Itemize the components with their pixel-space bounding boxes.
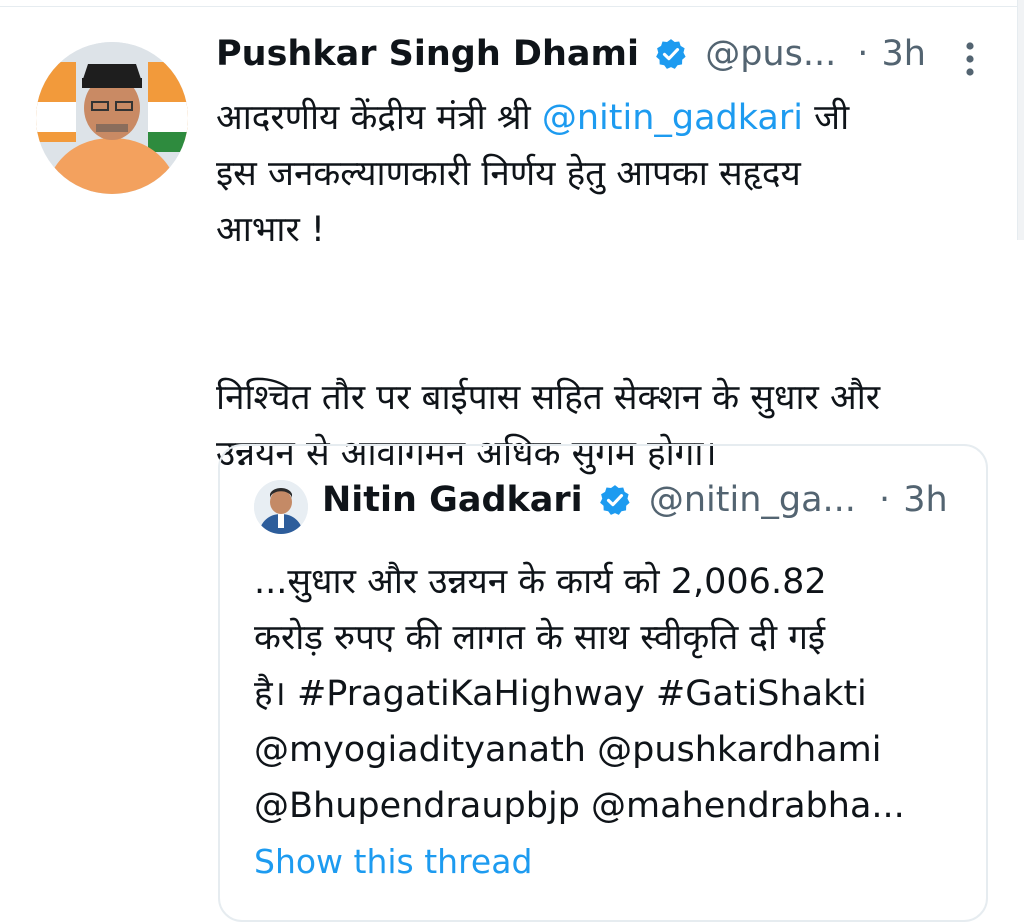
quoted-avatar bbox=[254, 480, 308, 534]
quoted-tweet-text: ...सुधार और उन्नयन के कार्य को 2,006.82 … bbox=[254, 554, 964, 834]
quoted-tweet-line: ...सुधार और उन्नयन के कार्य को 2,006.82 bbox=[254, 562, 827, 602]
quoted-tweet-card[interactable]: Nitin Gadkari @nitin_ga... · 3h ...सुधार… bbox=[218, 444, 988, 922]
mention-link[interactable]: @nitin_gadkari bbox=[542, 98, 803, 138]
quoted-profile-photo-image bbox=[254, 480, 308, 534]
author-name[interactable]: Pushkar Singh Dhami bbox=[216, 34, 639, 74]
show-thread-link[interactable]: Show this thread bbox=[254, 842, 532, 881]
separator-dot: · bbox=[879, 480, 891, 520]
more-vertical-icon[interactable] bbox=[960, 40, 980, 80]
separator-dot: · bbox=[857, 34, 869, 74]
quoted-tweet-line: @myogiadityanath @pushkardhami bbox=[254, 730, 882, 770]
profile-photo-image bbox=[36, 42, 188, 194]
quoted-tweet-line: करोड़ रुपए की लागत के साथ स्वीकृति दी गई bbox=[254, 618, 826, 658]
quoted-author-handle: @nitin_ga... bbox=[648, 480, 856, 520]
quoted-tweet-line: @Bhupendraupbjp @mahendrabha... bbox=[254, 786, 905, 826]
verified-badge-icon bbox=[598, 483, 632, 517]
quoted-tweet-header: Nitin Gadkari @nitin_ga... · 3h bbox=[322, 480, 948, 536]
quoted-author-name: Nitin Gadkari bbox=[322, 480, 583, 520]
quoted-timestamp: 3h bbox=[903, 480, 948, 520]
tweet-line: आभार ! bbox=[216, 210, 325, 250]
avatar[interactable] bbox=[36, 42, 188, 194]
tweet-header: Pushkar Singh Dhami @pus... · 3h bbox=[216, 34, 984, 90]
tweet-text: आदरणीय केंद्रीय मंत्री श्री @nitin_gadka… bbox=[216, 90, 1006, 482]
timestamp[interactable]: 3h bbox=[882, 34, 926, 74]
top-divider bbox=[0, 0, 1024, 7]
scrollbar-track[interactable] bbox=[1017, 0, 1024, 240]
tweet-line: निश्चित तौर पर बाईपास सहित सेक्शन के सुध… bbox=[216, 378, 881, 418]
tweet-line: इस जनकल्याणकारी निर्णय हेतु आपका सहृदय bbox=[216, 154, 801, 194]
quoted-tweet-line: है। #PragatiKaHighway #GatiShakti bbox=[254, 674, 867, 714]
tweet-line: आदरणीय केंद्रीय मंत्री श्री @nitin_gadka… bbox=[216, 90, 1006, 146]
author-handle[interactable]: @pus... bbox=[705, 34, 836, 74]
tweet-text-segment: आदरणीय केंद्रीय मंत्री श्री bbox=[216, 98, 542, 138]
verified-badge-icon bbox=[654, 37, 688, 71]
tweet-text-segment: जी bbox=[802, 98, 850, 138]
